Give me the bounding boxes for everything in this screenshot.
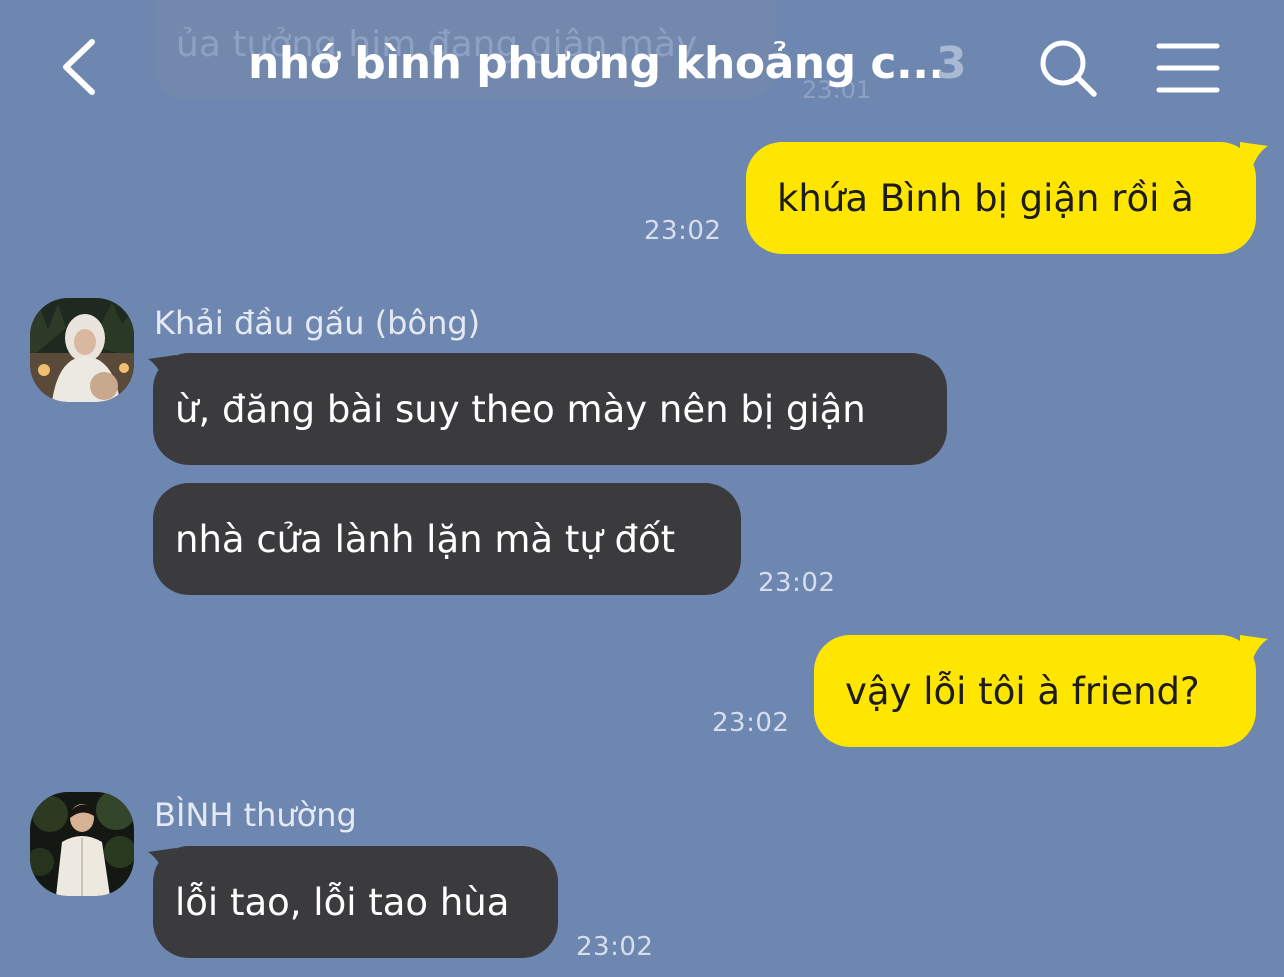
message-text: khứa Bình bị giận rồi à <box>777 176 1194 220</box>
chat-title[interactable]: nhớ bình phương khoảng c... <box>248 38 945 89</box>
sender-name: Khải đầu gấu (bông) <box>154 304 481 342</box>
search-icon[interactable] <box>1036 36 1100 100</box>
message-time: 23:02 <box>712 708 790 738</box>
avatar-binh[interactable] <box>30 792 134 896</box>
member-count: 3 <box>936 38 967 89</box>
message-time: 23:02 <box>758 568 836 598</box>
chevron-left-icon[interactable] <box>58 38 102 96</box>
message-time: 23:02 <box>644 216 722 246</box>
my-message-bubble[interactable]: vậy lỗi tôi à friend? <box>814 635 1256 747</box>
sender-name: BÌNH thường <box>154 796 357 834</box>
their-message-bubble[interactable]: nhà cửa lành lặn mà tự đốt <box>153 483 741 595</box>
my-message-bubble[interactable]: khứa Bình bị giận rồi à <box>746 142 1256 254</box>
message-text: lỗi tao, lỗi tao hùa <box>175 880 510 924</box>
their-message-bubble[interactable]: ừ, đăng bài suy theo mày nên bị giận <box>153 353 947 465</box>
chat-screen: ủa tưởng him đang giận mày 23:01 nhớ bìn… <box>0 0 1284 977</box>
message-text: ừ, đăng bài suy theo mày nên bị giận <box>175 387 866 431</box>
bubble-tail <box>1240 142 1268 168</box>
message-text: vậy lỗi tôi à friend? <box>845 669 1200 713</box>
chat-header: nhớ bình phương khoảng c... 3 <box>0 0 1284 130</box>
bubble-tail <box>1240 635 1268 661</box>
message-text: nhà cửa lành lặn mà tự đốt <box>175 517 676 561</box>
avatar-khai[interactable] <box>30 298 134 402</box>
their-message-bubble[interactable]: lỗi tao, lỗi tao hùa <box>153 846 558 958</box>
hamburger-menu-icon[interactable] <box>1156 42 1220 94</box>
message-time: 23:02 <box>576 932 654 962</box>
